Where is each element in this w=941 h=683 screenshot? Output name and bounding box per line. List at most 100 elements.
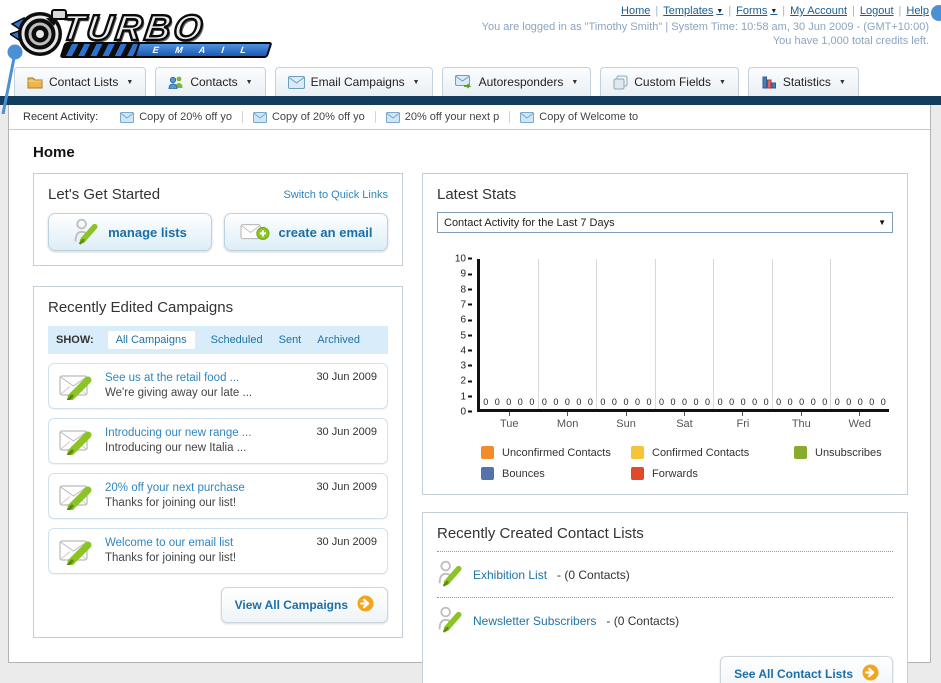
envelope-plus-icon bbox=[240, 223, 269, 240]
arrow-circle-icon bbox=[862, 664, 879, 681]
recent-activity-item[interactable]: Copy of 20% off yo bbox=[110, 111, 242, 123]
recent-activity-bar: Recent Activity: Copy of 20% off yo Copy… bbox=[9, 105, 930, 130]
campaign-row[interactable]: Introducing our new range ... Introducin… bbox=[48, 418, 388, 464]
campaign-row[interactable]: See us at the retail food ... We're givi… bbox=[48, 363, 388, 409]
credits-info: You have 1,000 total credits left. bbox=[772, 35, 929, 47]
see-all-contact-lists-button[interactable]: See All Contact Lists bbox=[720, 656, 893, 683]
switch-quick-links-link[interactable]: Switch to Quick Links bbox=[283, 189, 388, 201]
recent-activity-title: Recent Activity: bbox=[23, 111, 99, 123]
recent-activity-label: Copy of 20% off yo bbox=[271, 111, 365, 123]
content-card: Recent Activity: Copy of 20% off yo Copy… bbox=[8, 105, 931, 683]
campaign-title-link[interactable]: 20% off your next purchase bbox=[105, 481, 245, 496]
legend-item: Forwards bbox=[631, 467, 794, 480]
recent-activity-label: Copy of Welcome to bbox=[539, 111, 639, 123]
chart-group: 00000 bbox=[834, 397, 886, 407]
recent-activity-label: Copy of 20% off yo bbox=[139, 111, 232, 123]
header-right: Home | Templates ▼ | Forms ▼ | My Account | Logout… bbox=[482, 5, 929, 47]
campaign-date: 30 Jun 2009 bbox=[316, 426, 377, 438]
manage-lists-button[interactable]: manage lists bbox=[48, 213, 212, 251]
page-title: Home bbox=[33, 144, 75, 161]
campaign-date: 30 Jun 2009 bbox=[316, 481, 377, 493]
get-started-panel: Let's Get Started Switch to Quick Links … bbox=[33, 173, 403, 266]
view-all-campaigns-button[interactable]: View All Campaigns bbox=[220, 587, 388, 623]
nav-tab-contacts[interactable]: Contacts ▼ bbox=[155, 67, 266, 96]
campaign-title-link[interactable]: Introducing our new range ... bbox=[105, 426, 251, 441]
recent-activity-label: 20% off your next p bbox=[404, 111, 500, 123]
header-link[interactable]: My Account bbox=[790, 5, 847, 17]
contact-list-row[interactable]: Newsletter Subscribers - (0 Contacts) bbox=[437, 598, 893, 643]
chart-group: 00000 bbox=[539, 259, 598, 409]
campaign-title-link[interactable]: See us at the retail food ... bbox=[105, 371, 252, 386]
header-link[interactable]: Help bbox=[906, 5, 929, 17]
recent-activity-item[interactable]: Copy of 20% off yo bbox=[241, 111, 375, 123]
contact-list-link[interactable]: Exhibition List bbox=[473, 568, 547, 582]
stats-period-select[interactable]: Contact Activity for the Last 7 Days ▼ bbox=[437, 212, 893, 233]
chart-group: 00000 bbox=[597, 259, 656, 409]
campaign-subtitle: Thanks for joining our list! bbox=[105, 497, 237, 509]
logo-email-bar: E M A I L bbox=[59, 41, 273, 58]
chevron-down-icon: ▼ bbox=[718, 78, 726, 86]
chart-group: 00000 bbox=[656, 259, 715, 409]
header-links: Home | Templates ▼ | Forms ▼ | My Account | Logout… bbox=[621, 5, 929, 17]
campaigns-tab-scheduled[interactable]: Scheduled bbox=[211, 334, 263, 346]
campaign-date: 30 Jun 2009 bbox=[316, 371, 377, 383]
campaign-subtitle: Introducing our new Italia ... bbox=[105, 442, 247, 454]
chevron-down-icon: ▼ bbox=[126, 78, 134, 86]
envelope-icon bbox=[120, 111, 135, 123]
chart-y-axis: 0 1 2 3 4 5 6 7 8 9 10 bbox=[451, 254, 477, 418]
campaign-row[interactable]: 20% off your next purchase Thanks for jo… bbox=[48, 473, 388, 519]
envelope-icon bbox=[520, 111, 535, 123]
nav-tab-email-campaigns[interactable]: Email Campaigns ▼ bbox=[274, 67, 433, 96]
recent-activity-item[interactable]: Copy of Welcome to bbox=[509, 111, 648, 123]
campaigns-panel: Recently Edited Campaigns SHOW: All Camp… bbox=[33, 286, 403, 638]
campaign-date: 30 Jun 2009 bbox=[316, 536, 377, 548]
legend-item: Confirmed Contacts bbox=[631, 446, 794, 459]
envelope-edit-icon bbox=[59, 430, 92, 455]
chevron-down-icon: ▼ bbox=[245, 78, 253, 86]
nav-tab-contact-lists[interactable]: Contact Lists ▼ bbox=[14, 67, 147, 96]
chart-group: 00000 bbox=[714, 259, 773, 409]
logo-title: TURBO bbox=[58, 5, 209, 48]
contact-list-row[interactable]: Exhibition List - (0 Contacts) bbox=[437, 552, 893, 598]
campaign-subtitle: Thanks for joining our list! bbox=[105, 552, 237, 564]
autoresponder-icon bbox=[454, 75, 471, 89]
contact-lists-title: Recently Created Contact Lists bbox=[437, 525, 893, 552]
campaign-title-link[interactable]: Welcome to our email list bbox=[105, 536, 236, 551]
envelope-edit-icon bbox=[59, 540, 92, 565]
contact-lists-panel: Recently Created Contact Lists Exhibitio… bbox=[422, 512, 908, 683]
chart-plot-area: 00000000000000000000000000000000000 bbox=[477, 259, 889, 412]
campaigns-tab-sent[interactable]: Sent bbox=[279, 334, 302, 346]
campaigns-filter-bar: SHOW: All Campaigns Scheduled Sent Archived bbox=[48, 326, 388, 354]
campaigns-tab-all-campaigns[interactable]: All Campaigns bbox=[107, 331, 195, 349]
navy-divider bbox=[0, 96, 941, 105]
contact-list-link[interactable]: Newsletter Subscribers bbox=[473, 614, 596, 628]
contact-list-count: - (0 Contacts) bbox=[557, 567, 630, 582]
nav-tab-autoresponders[interactable]: Autoresponders ▼ bbox=[441, 67, 592, 96]
campaign-row[interactable]: Welcome to our email list Thanks for joi… bbox=[48, 528, 388, 574]
create-email-button[interactable]: create an email bbox=[224, 213, 388, 251]
campaigns-tab-archived[interactable]: Archived bbox=[317, 334, 360, 346]
nav-tab-custom-fields[interactable]: Custom Fields ▼ bbox=[600, 67, 739, 96]
header-link[interactable]: Home bbox=[621, 5, 650, 17]
chart-group: 00000 bbox=[480, 259, 539, 409]
nav-tab-statistics[interactable]: Statistics ▼ bbox=[747, 67, 859, 96]
header-link[interactable]: Forms ▼ bbox=[736, 5, 777, 17]
corner-dot-icon bbox=[931, 5, 941, 21]
contacts-icon bbox=[168, 76, 183, 89]
arrow-circle-icon bbox=[357, 595, 374, 612]
envelope-icon bbox=[287, 75, 305, 89]
recent-activity-item[interactable]: 20% off your next p bbox=[374, 111, 510, 123]
envelope-edit-icon bbox=[59, 375, 92, 400]
legend-item: Bounces bbox=[481, 467, 631, 480]
person-edit-icon bbox=[438, 560, 462, 587]
statistics-icon bbox=[762, 76, 776, 89]
chevron-down-icon: ▼ bbox=[878, 218, 886, 227]
get-started-title: Let's Get Started bbox=[48, 186, 161, 203]
show-label: SHOW: bbox=[56, 334, 94, 346]
header-link[interactable]: Templates ▼ bbox=[663, 5, 723, 17]
campaigns-title: Recently Edited Campaigns bbox=[48, 299, 234, 316]
header-link[interactable]: Logout bbox=[860, 5, 894, 17]
folder-icon bbox=[27, 77, 43, 89]
envelope-icon bbox=[252, 111, 267, 123]
campaign-subtitle: We're giving away our late ... bbox=[105, 387, 253, 399]
